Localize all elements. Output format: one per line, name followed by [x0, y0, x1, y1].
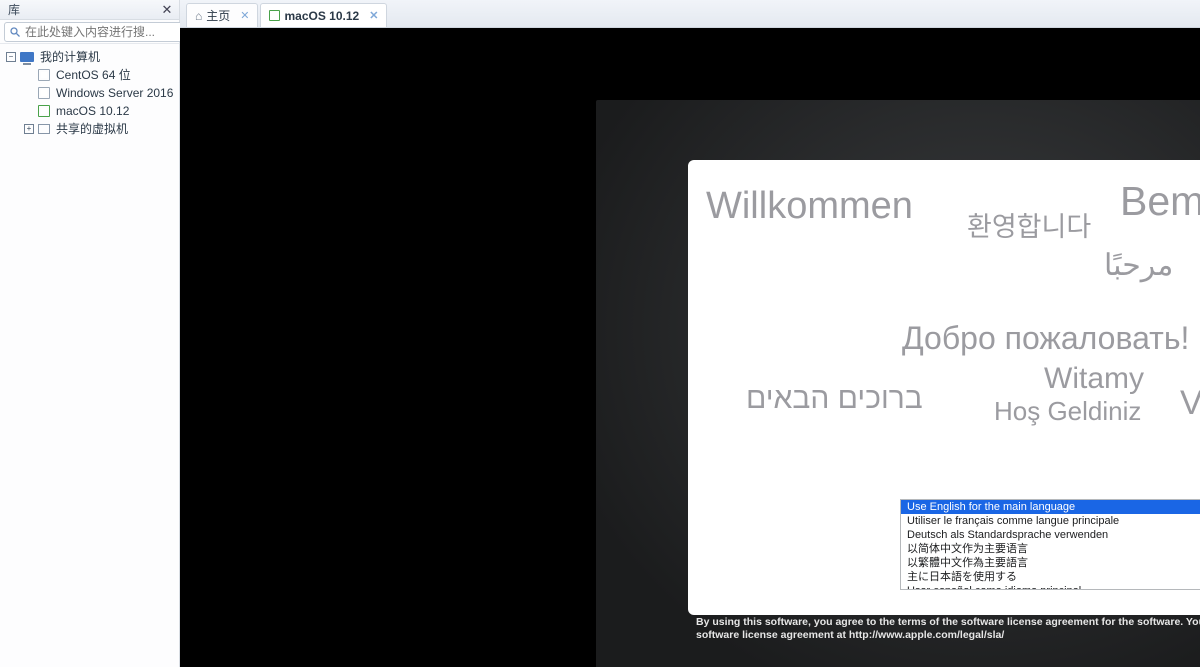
library-titlebar: 库 ✕ [0, 0, 179, 20]
shared-host-icon [38, 124, 50, 134]
close-tab-button[interactable]: ✕ [240, 9, 249, 22]
welcome-word: Willkommen [706, 185, 913, 228]
tabbar: ⌂ 主页 ✕ macOS 10.12 ✕ [180, 0, 1200, 28]
tab-label: macOS 10.12 [284, 9, 359, 23]
search-input[interactable] [25, 25, 180, 39]
app-root: 库 ✕ − 我的计算机 CentOS 64 位 [0, 0, 1200, 667]
library-panel: 库 ✕ − 我的计算机 CentOS 64 位 [0, 0, 180, 667]
computer-icon [20, 52, 34, 62]
tab-home[interactable]: ⌂ 主页 ✕ [186, 3, 258, 27]
vm-viewport[interactable]: Willkommen 환영합니다 Bem-vindo مرحبًا Добро пожа… [180, 28, 1200, 667]
welcome-word: مرحبًا [1104, 248, 1173, 283]
expand-icon[interactable]: + [24, 124, 34, 134]
close-panel-button[interactable]: ✕ [159, 2, 175, 18]
tab-label: 主页 [206, 7, 230, 24]
welcome-word: 환영합니다 [967, 205, 1091, 244]
vm-running-icon [38, 105, 50, 117]
close-tab-button[interactable]: ✕ [369, 9, 378, 22]
library-title: 库 [8, 1, 20, 18]
search-row [0, 20, 179, 44]
vm-icon [38, 87, 50, 99]
language-option[interactable]: Use English for the main language [901, 500, 1200, 514]
tab-macos[interactable]: macOS 10.12 ✕ [260, 3, 387, 27]
tree-root-label: 我的计算机 [40, 49, 100, 65]
welcome-word: Hoş Geldiniz [994, 396, 1141, 427]
welcome-word: Добро пожаловать! [902, 320, 1189, 357]
tree-vm-winserver[interactable]: Windows Server 2016 [2, 84, 177, 102]
expand-icon[interactable]: − [6, 52, 16, 62]
tree-root-my-computer[interactable]: − 我的计算机 [2, 48, 177, 66]
guest-screen: Willkommen 환영합니다 Bem-vindo مرحبًا Добро пожа… [596, 100, 1200, 667]
search-box[interactable] [4, 22, 185, 42]
tree-vm-centos[interactable]: CentOS 64 位 [2, 66, 177, 84]
tree-vm-label: CentOS 64 位 [56, 67, 131, 83]
vm-icon [38, 69, 50, 81]
welcome-word: Bem-vindo [1120, 178, 1200, 225]
language-listbox[interactable]: Use English for the main languageUtilise… [900, 499, 1200, 590]
macos-setup-panel: Willkommen 환영합니다 Bem-vindo مرحبًا Добро пожа… [688, 160, 1200, 615]
welcome-word: Velkom [1180, 384, 1200, 423]
language-option[interactable]: 以繁體中文作為主要語言 [901, 556, 1200, 570]
tree-vm-label: macOS 10.12 [56, 103, 129, 119]
language-option[interactable]: Utiliser le français comme langue princi… [901, 514, 1200, 528]
language-option[interactable]: Deutsch als Standardsprache verwenden [901, 528, 1200, 542]
tree-shared-vms[interactable]: + 共享的虚拟机 [2, 120, 177, 138]
main-area: ⌂ 主页 ✕ macOS 10.12 ✕ Willkommen 환영합니다 Bem-… [180, 0, 1200, 667]
home-icon: ⌂ [195, 9, 202, 23]
search-icon [9, 26, 21, 38]
library-tree: − 我的计算机 CentOS 64 位 Windows Server 2016 … [0, 44, 179, 142]
language-option[interactable]: Usar español como idioma principal [901, 584, 1200, 590]
welcome-word: Witamy [1044, 362, 1144, 396]
tree-vm-label: Windows Server 2016 [56, 85, 173, 101]
vm-icon [269, 10, 280, 21]
license-notice: By using this software, you agree to the… [688, 616, 1200, 642]
language-option[interactable]: 以简体中文作为主要语言 [901, 542, 1200, 556]
language-option[interactable]: 主に日本語を使用する [901, 570, 1200, 584]
tree-shared-label: 共享的虚拟机 [56, 121, 128, 137]
tree-vm-macos[interactable]: macOS 10.12 [2, 102, 177, 120]
welcome-word: ברוכים הבאים [746, 382, 923, 416]
